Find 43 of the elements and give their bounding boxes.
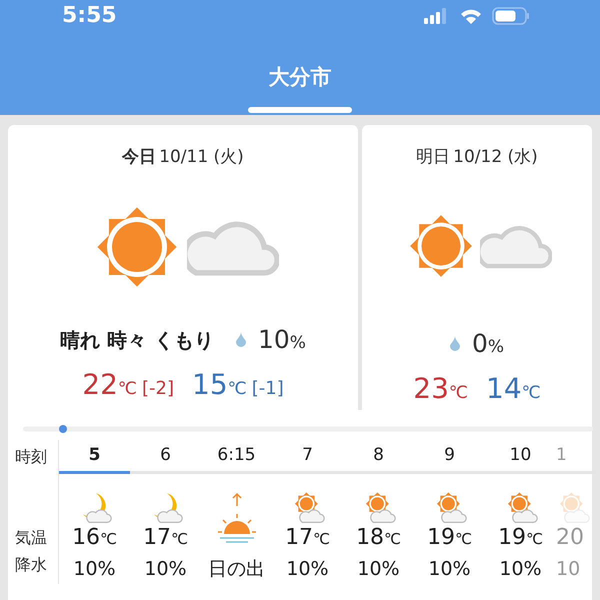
hour-temp: 17℃ (285, 524, 330, 552)
day-date: 10/12 (水) (453, 146, 538, 169)
hour-tab[interactable]: 6 (130, 440, 201, 474)
day-date: 10/11 (火) (159, 146, 244, 169)
battery-icon (492, 6, 530, 24)
hour-temp: 17℃ (143, 524, 188, 552)
hour-tab[interactable]: 9 (414, 440, 485, 474)
row-label: 時刻 (15, 446, 48, 468)
hour-temp: 18℃ (356, 524, 401, 552)
high-temp: 22℃ [-2] (82, 367, 174, 403)
hour-tab[interactable]: 5 (59, 440, 130, 474)
hour-temp: 20 (556, 524, 584, 552)
hour-precip: 10% (428, 556, 471, 582)
precip-value: 0% (472, 328, 504, 360)
weather-text: 晴れ 時々 くもり (60, 326, 214, 354)
raindrop-icon (236, 332, 246, 347)
raindrop-icon (450, 336, 460, 351)
day-label: 明日 (416, 146, 450, 169)
hour-tab[interactable]: 6:15 (201, 440, 272, 474)
hour-precip: 10% (357, 556, 400, 582)
hour-precip: 10% (286, 556, 329, 582)
row-label: 降水 (15, 554, 48, 576)
high-temp: 23℃ (413, 371, 468, 407)
hour-temp: 19℃ (427, 524, 472, 552)
hour-tab[interactable]: 10 (485, 440, 556, 474)
status-time: 5:55 (62, 2, 117, 30)
low-temp: 15℃ [-1] (192, 367, 284, 403)
day-label: 今日 (122, 146, 156, 169)
day-card[interactable]: 今日 10/11 (火) 晴れ 時々 くもり 10% 22℃ [-2] 15℃ [-1] (8, 125, 358, 410)
day-card[interactable]: 明日 10/12 (水) 0% 23℃ 14℃ (362, 125, 592, 410)
wifi-icon (460, 8, 482, 24)
hour-precip: 10% (144, 556, 187, 582)
hour-precip: 日の出 (208, 556, 265, 582)
hour-tab[interactable]: 8 (343, 440, 414, 474)
hour-temp: 19℃ (498, 524, 543, 552)
hour-precip: 10 (556, 556, 580, 582)
hour-tab[interactable]: 7 (272, 440, 343, 474)
precip-value: 10% (258, 324, 306, 356)
hour-temp: 16℃ (72, 524, 117, 552)
row-label: 気温 (15, 527, 48, 549)
low-temp: 14℃ (486, 371, 541, 407)
hour-precip: 10% (499, 556, 542, 582)
hour-precip: 10% (73, 556, 116, 582)
